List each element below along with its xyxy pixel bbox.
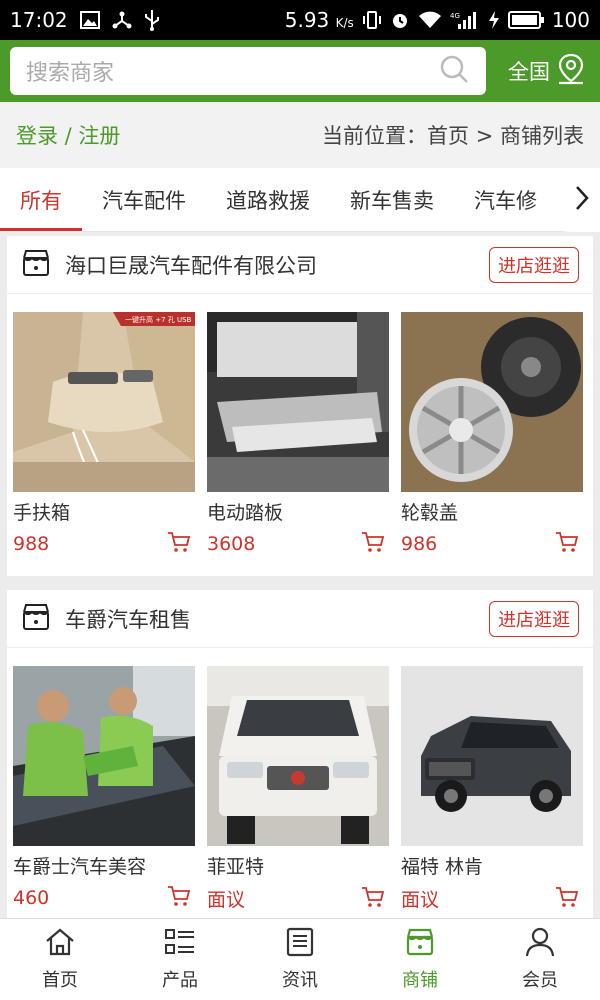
product-item[interactable]: 电动踏板 3608 <box>207 312 389 557</box>
tab-road-rescue[interactable]: 道路救援 <box>206 168 330 231</box>
tab-auto-repair[interactable]: 汽车修 <box>454 168 557 231</box>
shop-header: 车爵汽车租售 进店逛逛 <box>7 590 593 648</box>
tab-auto-parts[interactable]: 汽车配件 <box>82 168 206 231</box>
product-name[interactable]: 车爵士汽车美容 <box>13 852 195 879</box>
product-badge: 一键升高 +7 孔 USB <box>125 315 192 324</box>
search-input[interactable]: 搜索商家 <box>26 55 438 87</box>
product-price: 3608 <box>207 533 256 555</box>
product-price: 986 <box>401 533 438 555</box>
user-icon <box>524 927 556 962</box>
shop-name[interactable]: 海口巨晟汽车配件有限公司 <box>65 250 317 280</box>
grid-list-icon <box>164 927 196 962</box>
shop-card: 车爵汽车租售 进店逛逛 车爵士汽车美容 460 菲亚特 面议 福特 林肯 面议 <box>7 590 593 918</box>
product-item[interactable]: 轮毂盖 986 <box>401 312 583 557</box>
cart-icon[interactable] <box>167 531 191 557</box>
product-image-fiat[interactable] <box>207 666 389 846</box>
news-icon <box>284 927 316 962</box>
vibrate-icon <box>362 10 382 30</box>
nav-home[interactable]: 首页 <box>0 919 120 1000</box>
tabs-scroll-right[interactable] <box>564 168 600 232</box>
status-bar: 17:02 5.93 K/s 4G 100 <box>0 0 600 40</box>
network-speed: 5.93 K/s <box>284 8 354 32</box>
cart-icon[interactable] <box>555 886 579 912</box>
breadcrumb: 当前位置：首页 > 商铺列表 <box>322 124 584 148</box>
shop-card: 海口巨晟汽车配件有限公司 进店逛逛 一键升高 +7 孔 USB 手扶箱 988 … <box>7 236 593 576</box>
product-image-ford[interactable] <box>401 666 583 846</box>
nav-member[interactable]: 会员 <box>480 919 600 1000</box>
product-name[interactable]: 福特 林肯 <box>401 852 583 879</box>
nav-products[interactable]: 产品 <box>120 919 240 1000</box>
battery-level: 100 <box>551 8 590 32</box>
product-name[interactable]: 菲亚特 <box>207 852 389 879</box>
battery-icon <box>507 11 544 29</box>
product-name[interactable]: 轮毂盖 <box>401 498 583 525</box>
visit-shop-button[interactable]: 进店逛逛 <box>489 600 579 637</box>
cart-icon[interactable] <box>361 531 385 557</box>
product-item[interactable]: 福特 林肯 面议 <box>401 666 583 912</box>
region-selector[interactable]: 全国 <box>508 53 590 90</box>
product-image-car-beauty[interactable] <box>13 666 195 846</box>
tab-all[interactable]: 所有 <box>0 168 82 231</box>
product-list: 车爵士汽车美容 460 菲亚特 面议 福特 林肯 面议 <box>7 648 593 912</box>
product-price: 460 <box>13 887 50 909</box>
svg-text:4G: 4G <box>450 12 460 20</box>
alarm-icon <box>390 10 410 30</box>
category-tabs: 所有 汽车配件 道路救援 新车售卖 汽车修 <box>0 168 600 232</box>
location-pin-icon <box>556 53 586 90</box>
shop-icon <box>404 927 436 962</box>
app-header: 搜索商家 全国 <box>0 40 600 102</box>
shop-icon <box>21 248 51 282</box>
product-image-armrest[interactable]: 一键升高 +7 孔 USB <box>13 312 195 492</box>
wifi-icon <box>418 10 442 30</box>
cart-icon[interactable] <box>361 886 385 912</box>
product-price: 面议 <box>207 889 246 911</box>
shop-name[interactable]: 车爵汽车租售 <box>65 604 191 634</box>
signal-4g-icon: 4G <box>450 10 480 30</box>
nav-news[interactable]: 资讯 <box>240 919 360 1000</box>
charging-icon <box>488 10 500 30</box>
nav-shops[interactable]: 商铺 <box>360 919 480 1000</box>
product-item[interactable]: 一键升高 +7 孔 USB 手扶箱 988 <box>13 312 195 557</box>
clock: 17:02 <box>10 8 68 32</box>
product-name[interactable]: 手扶箱 <box>13 498 195 525</box>
location-bar: 登录 / 注册 当前位置：首页 > 商铺列表 <box>0 102 600 168</box>
product-name[interactable]: 电动踏板 <box>207 498 389 525</box>
region-label: 全国 <box>508 60 550 84</box>
chevron-right-icon <box>574 184 590 216</box>
product-price: 988 <box>13 533 50 555</box>
usb-icon <box>144 9 160 31</box>
product-list: 一键升高 +7 孔 USB 手扶箱 988 电动踏板 3608 轮毂盖 986 <box>7 294 593 557</box>
tab-new-car-sales[interactable]: 新车售卖 <box>330 168 454 231</box>
image-icon <box>79 11 100 29</box>
bottom-nav: 首页 产品 资讯 商铺 会员 <box>0 918 600 1000</box>
share-icon <box>112 10 132 30</box>
product-image-hubcap[interactable] <box>401 312 583 492</box>
product-price: 面议 <box>401 889 440 911</box>
login-register-link[interactable]: 登录 / 注册 <box>16 120 120 150</box>
search-icon[interactable] <box>438 53 470 89</box>
product-item[interactable]: 菲亚特 面议 <box>207 666 389 912</box>
visit-shop-button[interactable]: 进店逛逛 <box>489 246 579 283</box>
cart-icon[interactable] <box>555 531 579 557</box>
home-icon <box>44 927 76 962</box>
search-box[interactable]: 搜索商家 <box>10 47 486 95</box>
cart-icon[interactable] <box>167 885 191 911</box>
shop-icon <box>21 602 51 636</box>
product-image-running-board[interactable] <box>207 312 389 492</box>
product-item[interactable]: 车爵士汽车美容 460 <box>13 666 195 912</box>
shop-header: 海口巨晟汽车配件有限公司 进店逛逛 <box>7 236 593 294</box>
